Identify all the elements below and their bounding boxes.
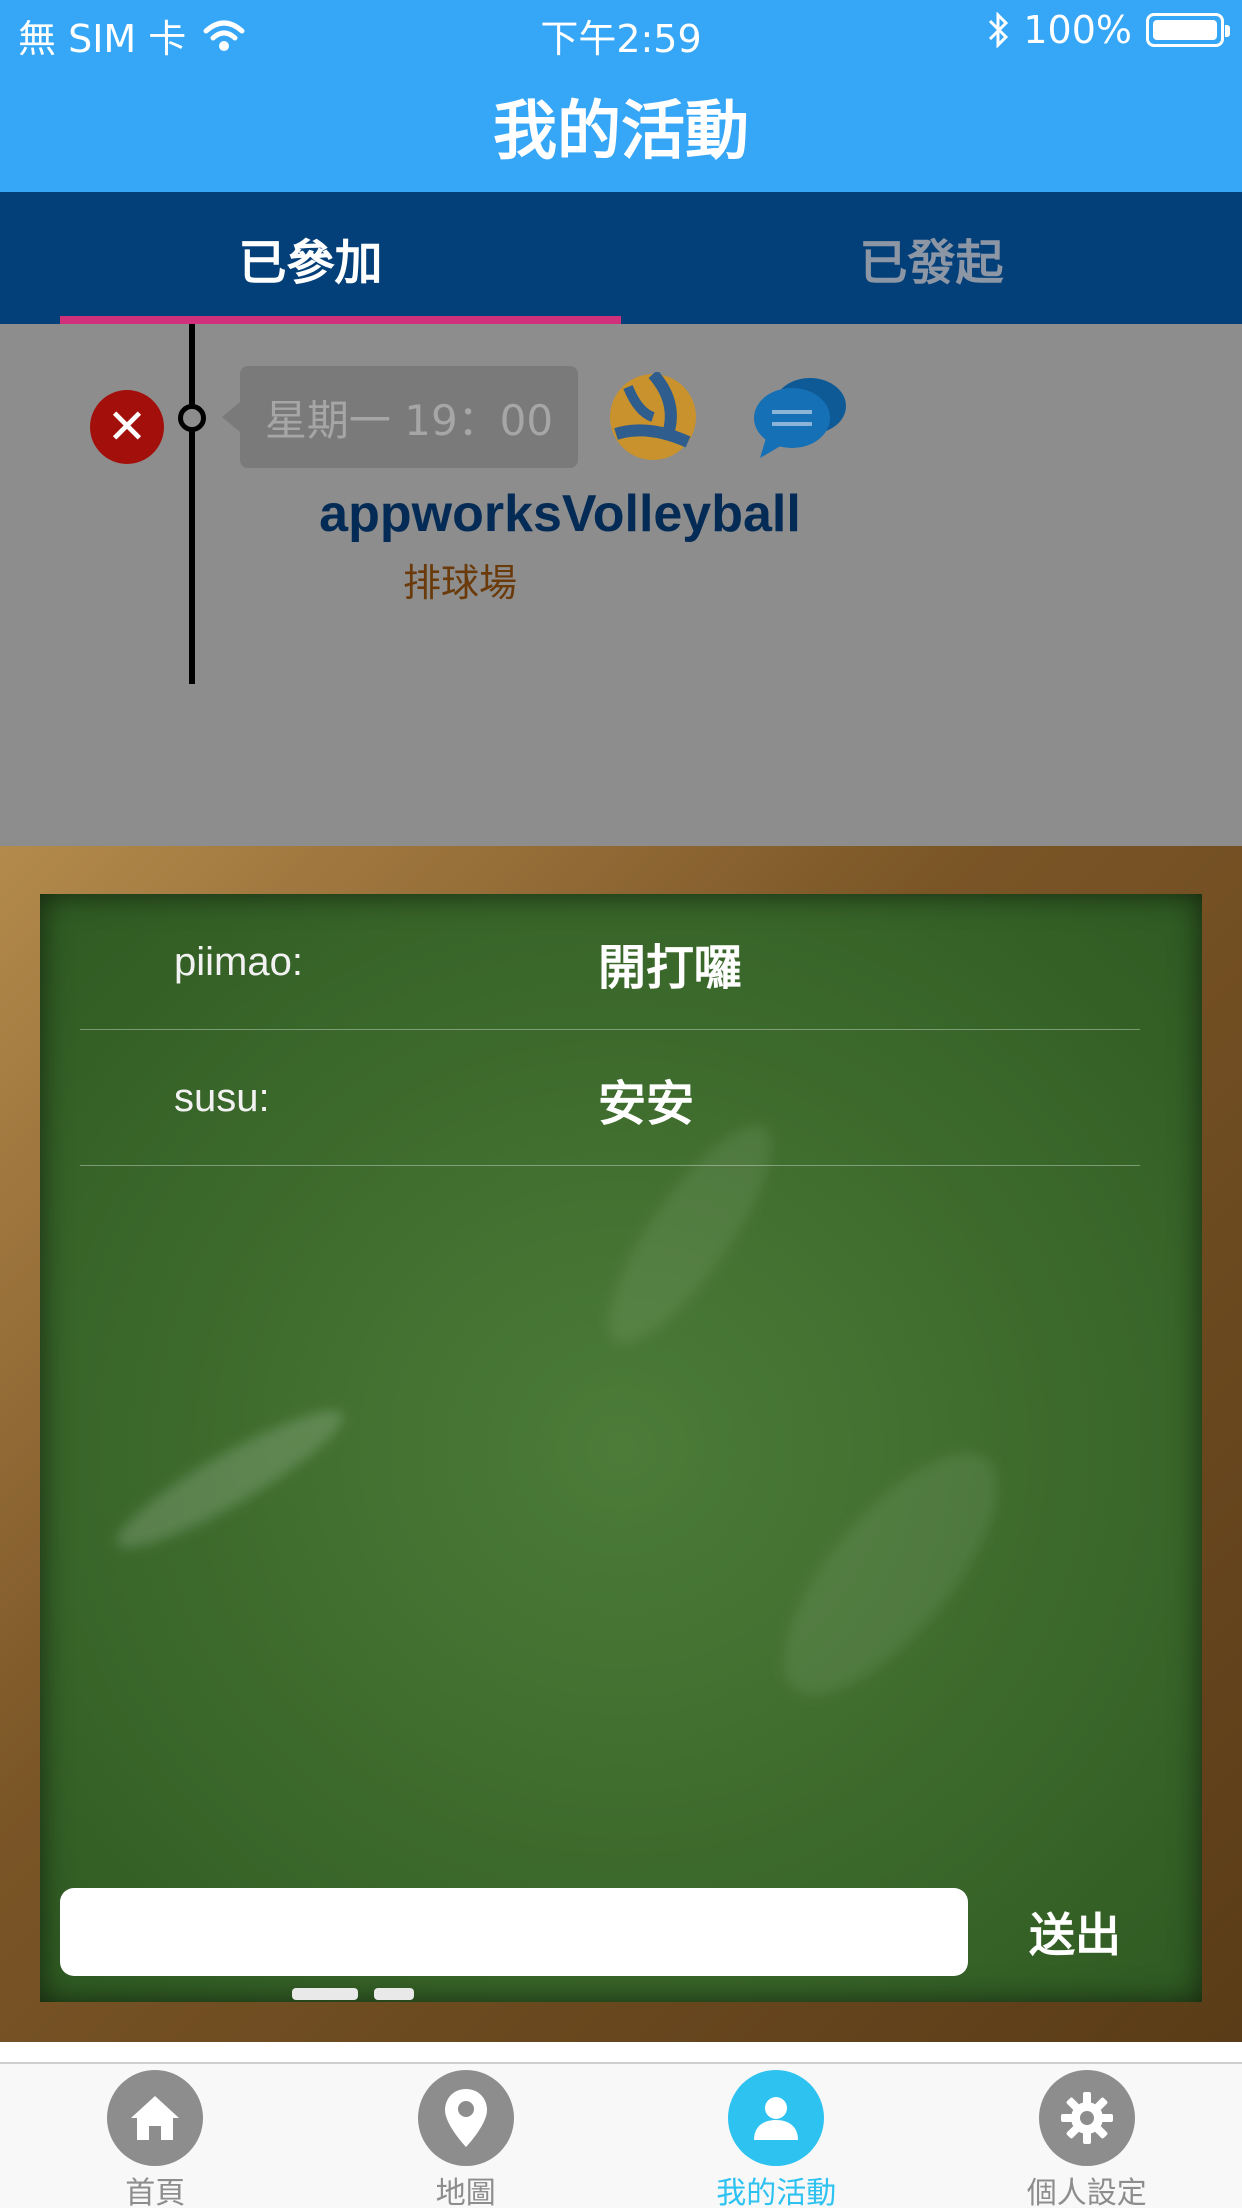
map-pin-icon: [417, 2070, 514, 2166]
chalk-pieces: [292, 1988, 432, 2000]
chat-username: piimao:: [174, 940, 303, 984]
chat-message: piimao: 開打囉: [80, 894, 1140, 1030]
status-bar: 無 SIM 卡 下午2:59 100%: [0, 0, 1242, 61]
tabbar-item-settings[interactable]: 個人設定: [932, 2064, 1242, 2208]
chat-input[interactable]: [60, 1888, 968, 1976]
tab-joined[interactable]: 已參加: [0, 192, 621, 324]
tabbar-item-my-events[interactable]: 我的活動: [621, 2064, 932, 2208]
bottom-tab-bar: 首頁 地圖 我的活動 個人設定: [0, 2062, 1242, 2208]
segment-tabs: 已參加 已發起: [0, 192, 1242, 324]
chat-text: 安安: [598, 1076, 695, 1132]
battery-percent: 100%: [1023, 8, 1132, 52]
tab-joined-label: 已參加: [238, 235, 383, 291]
send-button[interactable]: 送出: [1000, 1888, 1150, 1976]
gear-icon: [1038, 2070, 1135, 2166]
tabbar-label: 個人設定: [1026, 2176, 1147, 2208]
volleyball-icon: [610, 372, 696, 460]
event-time: 星期一 19：00: [264, 395, 554, 445]
bluetooth-icon: [989, 12, 1009, 48]
timeline-line: [189, 324, 195, 684]
chalk-smudge: [747, 1420, 1033, 1728]
status-right: 100%: [987, 8, 1230, 52]
event-name[interactable]: appworksVolleyball: [300, 484, 820, 544]
chalk-smudge: [104, 1392, 356, 1566]
tabbar-label: 首頁: [125, 2176, 186, 2208]
tab-created[interactable]: 已發起: [621, 192, 1242, 324]
home-icon: [107, 2070, 204, 2166]
chat-text: 開打囉: [598, 940, 743, 996]
tabbar-item-home[interactable]: 首頁: [0, 2064, 311, 2208]
battery-icon: [1146, 13, 1230, 47]
chat-message: susu: 安安: [80, 1030, 1140, 1166]
tabbar-item-map[interactable]: 地圖: [311, 2064, 622, 2208]
close-icon: ✕: [106, 399, 148, 455]
chat-username: susu:: [174, 1076, 270, 1120]
event-venue: 排球場: [402, 561, 517, 605]
cancel-event-button[interactable]: ✕: [90, 390, 164, 464]
tab-selected-indicator: [60, 316, 621, 324]
page-title: 我的活動: [493, 95, 749, 169]
app-screen: 無 SIM 卡 下午2:59 100% 我的活動 已參加 已發起 ✕ 星期一 1…: [0, 0, 1242, 2208]
top-bar: 無 SIM 卡 下午2:59 100% 我的活動: [0, 0, 1242, 192]
tabbar-label: 地圖: [435, 2176, 496, 2208]
person-icon: [728, 2070, 825, 2166]
chat-chalkboard: piimao: 開打囉 susu: 安安: [0, 846, 1242, 2042]
tabbar-label: 我的活動: [716, 2176, 837, 2208]
event-time-bubble: 星期一 19：00: [222, 366, 578, 468]
event-list: ✕ 星期一 19：00 appworksVolleyball 排球場: [0, 324, 1242, 846]
tab-created-label: 已發起: [859, 235, 1004, 291]
timeline-dot: [178, 404, 206, 432]
chat-bubbles-icon[interactable]: [752, 372, 848, 462]
